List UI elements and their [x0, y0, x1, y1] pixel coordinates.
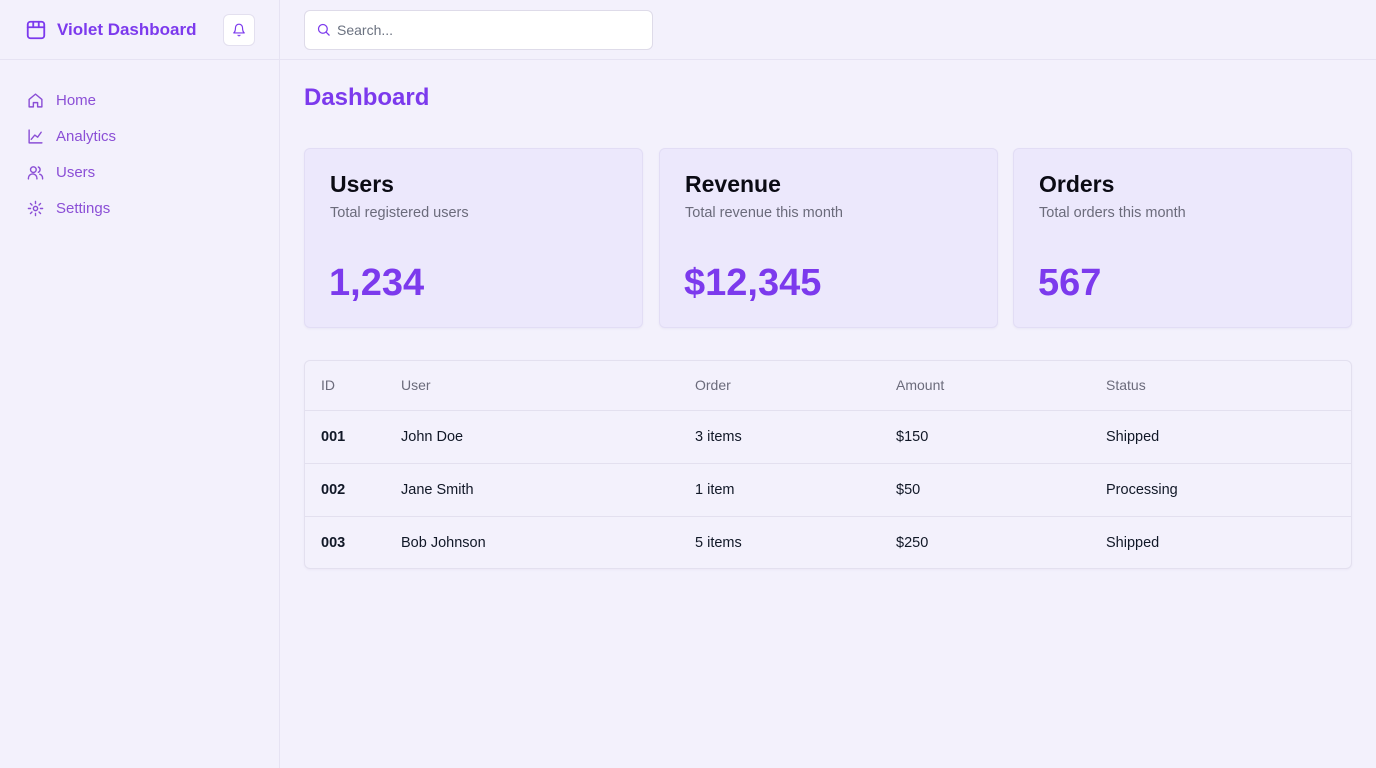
card-title: Revenue — [685, 171, 781, 197]
cell-id: 001 — [305, 410, 385, 464]
card-subtitle: Total orders this month — [1039, 205, 1186, 221]
table-header-row: ID User Order Amount Status — [305, 361, 1351, 411]
column-header-status[interactable]: Status — [1090, 361, 1351, 411]
column-header-id[interactable]: ID — [305, 361, 385, 411]
sidebar-item-label: Analytics — [56, 127, 117, 145]
notifications-button[interactable] — [223, 13, 255, 46]
table-row[interactable]: 003 Bob Johnson 5 items $250 Shipped — [305, 516, 1351, 568]
card-subtitle: Total revenue this month — [685, 205, 843, 221]
cell-user: Bob Johnson — [401, 534, 486, 551]
users-icon — [27, 165, 44, 180]
search-icon — [317, 23, 330, 36]
chart-icon — [28, 128, 43, 144]
card-title: Users — [330, 171, 394, 197]
sidebar-item-settings[interactable]: Settings — [27, 190, 279, 226]
sidebar-header: Violet Dashboard — [0, 0, 279, 60]
cell-amount: $250 — [896, 534, 929, 551]
sidebar-nav: Home Analytics Users Settings — [0, 60, 279, 226]
cell-user: John Doe — [385, 410, 679, 464]
page-title: Dashboard — [304, 84, 430, 111]
orders-table-grid: ID User Order Amount Status 001 John Doe… — [305, 361, 1351, 568]
sidebar-item-label: Users — [56, 163, 96, 181]
card-value: $12,345 — [684, 262, 822, 304]
brand-name: Violet Dashboard — [57, 19, 197, 39]
cell-amount: $50 — [880, 463, 1090, 517]
cell-id: 002 — [305, 463, 385, 517]
column-header-amount[interactable]: Amount — [880, 361, 1090, 411]
column-header-user[interactable]: User — [385, 361, 679, 411]
card-value: 1,234 — [329, 262, 425, 304]
stat-card-orders: Orders Total orders this month 567 — [1013, 148, 1352, 328]
cell-id: 003 — [321, 534, 346, 551]
sidebar: Violet Dashboard Home Analytics Users Se… — [0, 0, 280, 768]
cell-status: Processing — [1090, 463, 1351, 517]
stat-card-revenue: Revenue Total revenue this month $12,345 — [659, 148, 998, 328]
table-row[interactable]: 002 Jane Smith 1 item $50 Processing — [305, 463, 1351, 517]
column-header-order[interactable]: Order — [679, 361, 880, 411]
cell-order: 1 item — [679, 463, 880, 517]
card-value: 567 — [1038, 262, 1102, 304]
cell-order: 5 items — [695, 534, 742, 551]
sidebar-item-users[interactable]: Users — [27, 154, 279, 190]
gear-icon — [27, 200, 44, 216]
cell-amount: $150 — [880, 410, 1090, 464]
cell-user: Jane Smith — [385, 463, 679, 517]
orders-table: ID User Order Amount Status 001 John Doe… — [304, 360, 1352, 569]
brand-link[interactable]: Violet Dashboard — [25, 19, 197, 41]
sidebar-item-analytics[interactable]: Analytics — [27, 118, 279, 154]
home-icon — [28, 92, 43, 108]
package-icon — [26, 20, 46, 39]
card-subtitle: Total registered users — [330, 205, 469, 221]
search-box — [304, 10, 653, 50]
card-title: Orders — [1039, 171, 1115, 197]
sidebar-item-home[interactable]: Home — [27, 82, 279, 118]
bell-icon — [233, 23, 245, 36]
sidebar-item-label: Settings — [56, 199, 111, 217]
sidebar-item-label: Home — [56, 91, 97, 109]
cell-order: 3 items — [679, 410, 880, 464]
topbar — [280, 0, 1376, 60]
table-row[interactable]: 001 John Doe 3 items $150 Shipped — [305, 410, 1351, 464]
cell-status: Shipped — [1090, 410, 1351, 464]
search-input[interactable] — [337, 11, 647, 49]
cell-status: Shipped — [1106, 534, 1160, 551]
stat-card-users: Users Total registered users 1,234 — [304, 148, 643, 328]
app: Violet Dashboard Home Analytics Users Se… — [0, 0, 1376, 768]
